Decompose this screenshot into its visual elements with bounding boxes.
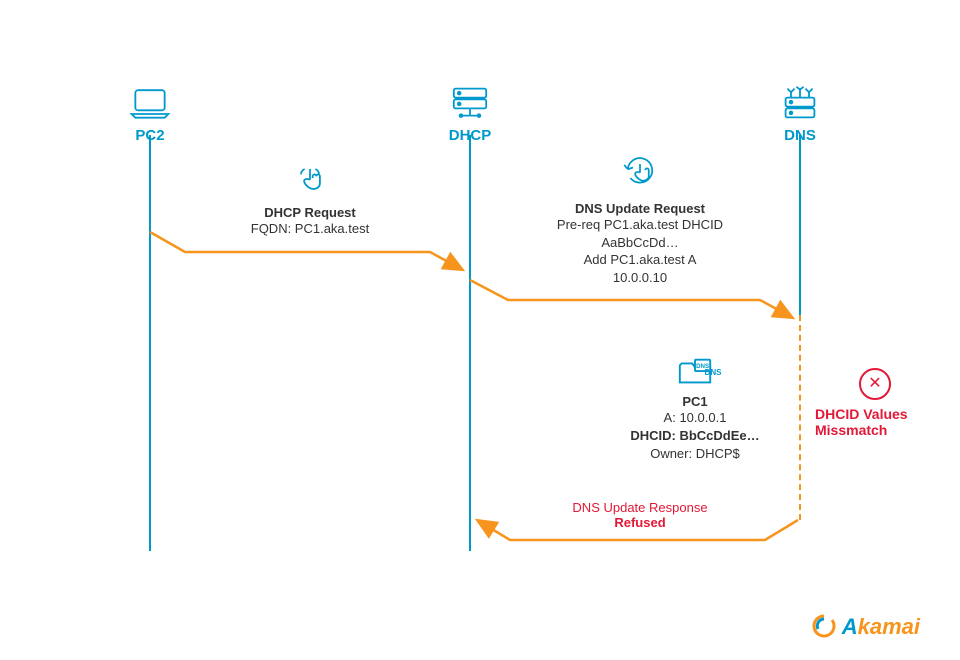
msg-dns-update-title: DNS Update Request xyxy=(520,201,760,216)
diagram-canvas: PC2 DHCP xyxy=(0,0,960,660)
error-line2: Missmatch xyxy=(815,422,935,438)
dns-server-icon xyxy=(750,85,850,121)
msg-dns-update-l1: Pre-req PC1.aka.test DHCID xyxy=(520,216,760,234)
brand-akamai: Akamai xyxy=(812,614,920,640)
record-owner: Owner: DHCP$ xyxy=(600,445,790,463)
hand-refresh-icon xyxy=(520,150,760,195)
dns-record-pc1: DNS DNS PC1 A: 10.0.0.1 DHCID: BbCcDdEe…… xyxy=(600,355,790,464)
record-dhcid: DHCID: BbCcDdEe… xyxy=(600,427,790,445)
msg-dns-update-response: DNS Update Response Refused xyxy=(540,500,740,530)
record-a: A: 10.0.0.1 xyxy=(600,409,790,427)
laptop-icon xyxy=(100,85,200,121)
msg-dhcp-request: DHCP Request FQDN: PC1.aka.test xyxy=(200,160,420,238)
msg-dhcp-request-title: DHCP Request xyxy=(200,205,420,220)
error-line1: DHCID Values xyxy=(815,406,935,422)
brand-rest: kamai xyxy=(858,614,920,639)
error-x-icon: ✕ xyxy=(859,368,891,400)
folder-badge-label: DNS xyxy=(705,368,722,377)
lifeline-dns-dashed xyxy=(799,315,801,520)
dns-folder-icon: DNS xyxy=(676,377,714,392)
server-icon xyxy=(420,85,520,121)
msg-dns-update-request: DNS Update Request Pre-req PC1.aka.test … xyxy=(520,150,760,286)
msg-dhcp-request-fqdn: FQDN: PC1.aka.test xyxy=(200,220,420,238)
lifeline-dns-solid xyxy=(799,135,801,315)
hand-click-icon xyxy=(200,160,420,199)
refused-title: DNS Update Response xyxy=(540,500,740,515)
record-host: PC1 xyxy=(600,394,790,409)
lifeline-pc2 xyxy=(149,135,151,551)
msg-dns-update-l3: Add PC1.aka.test A xyxy=(520,251,760,269)
msg-dns-update-l2: AaBbCcDd… xyxy=(520,234,760,252)
error-dhcid-mismatch: ✕ DHCID Values Missmatch xyxy=(815,368,935,438)
refused-result: Refused xyxy=(540,515,740,530)
brand-letter-a: A xyxy=(842,614,858,639)
brand-swirl-icon xyxy=(812,614,841,639)
msg-dns-update-l4: 10.0.0.10 xyxy=(520,269,760,287)
lifeline-dhcp xyxy=(469,135,471,551)
